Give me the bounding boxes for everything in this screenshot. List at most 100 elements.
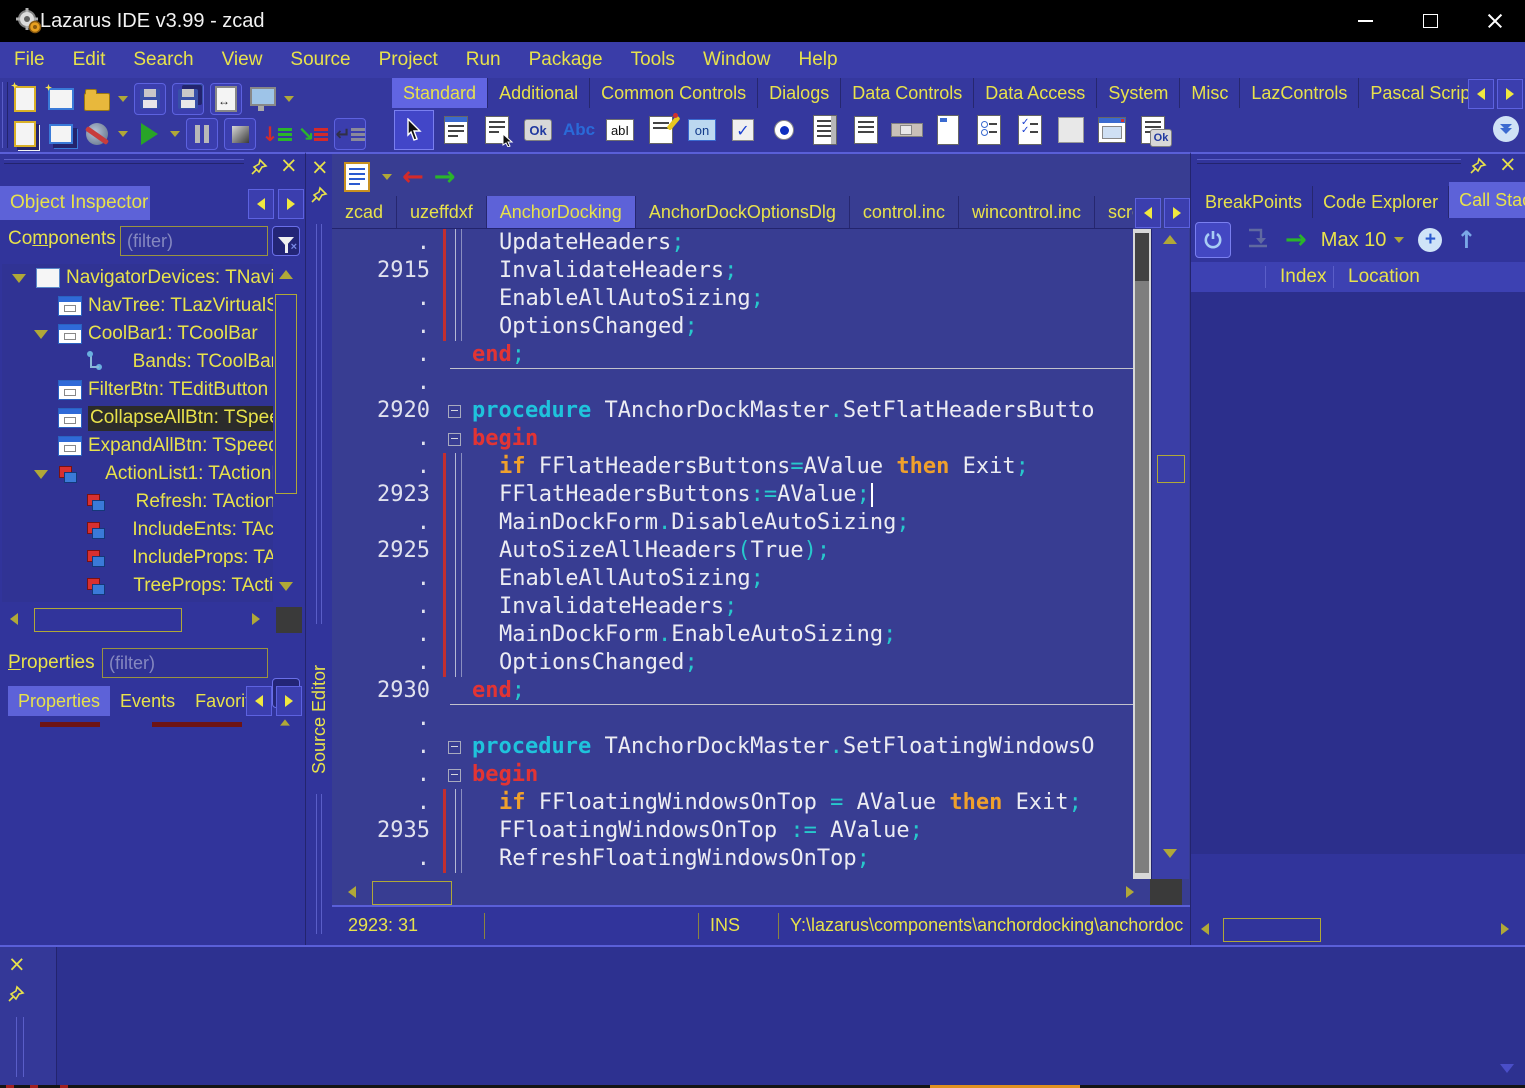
tree-item-coolbar1[interactable]: CoolBar1: TCoolBar xyxy=(2,320,273,348)
editor-dock-scroll-column[interactable] xyxy=(1151,229,1189,879)
editor-tab-scrollingwi[interactable]: scrollingwi xyxy=(1095,196,1133,228)
editor-tab-anchordockoptionsdlg[interactable]: AnchorDockOptionsDlg xyxy=(636,196,850,228)
components-tree-vertical-scrollbar[interactable] xyxy=(273,266,299,602)
object-inspector-tab[interactable]: Object Inspector xyxy=(0,186,150,220)
palette-icon-check-group[interactable]: ✓✓ xyxy=(1011,111,1049,149)
toolbar-step-out-button[interactable]: ↵ xyxy=(334,118,366,150)
code-line[interactable]: 2935FFloatingWindowsOnTop := AValue; xyxy=(332,817,1133,845)
scroll-left-icon[interactable] xyxy=(348,886,356,898)
palette-icon-scroll-bar[interactable] xyxy=(888,111,926,149)
scroll-right-icon[interactable] xyxy=(1501,923,1509,935)
column-location[interactable]: Location xyxy=(1333,266,1420,288)
scroll-left-icon[interactable] xyxy=(1201,923,1209,935)
menu-file[interactable]: File xyxy=(0,42,59,78)
code-area[interactable]: .UpdateHeaders;2915InvalidateHeaders;.En… xyxy=(332,229,1133,879)
editor-tabs-scroll-left-button[interactable] xyxy=(1135,198,1161,228)
run-dropdown-icon[interactable] xyxy=(170,131,180,137)
palette-icon-popup-menu[interactable] xyxy=(478,111,516,149)
code-line[interactable]: .begin xyxy=(332,761,1133,789)
scroll-down-icon[interactable] xyxy=(1163,849,1177,858)
oi-tabs-scroll-right-button[interactable] xyxy=(276,686,302,716)
palette-overflow-button[interactable] xyxy=(1493,116,1519,142)
scroll-left-icon[interactable] xyxy=(10,613,18,625)
components-filter-button[interactable]: × xyxy=(272,226,300,256)
unit-list-dropdown-icon[interactable] xyxy=(382,174,392,180)
menu-edit[interactable]: Edit xyxy=(59,42,120,78)
expand-arrow-icon[interactable] xyxy=(34,470,48,479)
pin-icon[interactable] xyxy=(7,985,25,1003)
close-panel-icon[interactable]: × xyxy=(1499,155,1517,173)
palette-icon-panel[interactable] xyxy=(1052,111,1090,149)
toolbar-run-button[interactable] xyxy=(134,119,164,149)
code-line[interactable]: .MainDockForm.EnableAutoSizing; xyxy=(332,621,1133,649)
toolbar-stop-button[interactable] xyxy=(224,118,256,150)
menu-view[interactable]: View xyxy=(208,42,277,78)
code-line[interactable]: .if FFlatHeadersButtons=AValue then Exit… xyxy=(332,453,1133,481)
menu-run[interactable]: Run xyxy=(452,42,515,78)
call-stack-horizontal-scrollbar[interactable] xyxy=(1195,916,1522,944)
tree-item-bands[interactable]: Bands: TCoolBands xyxy=(2,348,273,376)
palette-icon-radio-group[interactable] xyxy=(970,111,1008,149)
code-fold-icon[interactable] xyxy=(448,769,461,782)
code-line[interactable]: .RefreshFloatingWindowsOnTop; xyxy=(332,845,1133,873)
palette-tabs-scroll-left-button[interactable] xyxy=(1468,79,1494,109)
scrollbar-thumb[interactable] xyxy=(372,881,452,905)
scrollbar-thumb[interactable] xyxy=(1157,455,1185,483)
properties-filter-input[interactable]: (filter) xyxy=(102,648,268,678)
oi-tab-favorites[interactable]: Favorites xyxy=(185,686,246,716)
palette-icon-frame[interactable] xyxy=(1093,111,1131,149)
power-button[interactable] xyxy=(1195,222,1231,258)
palette-icon-checkbox[interactable]: ✓ xyxy=(724,111,762,149)
top-of-stack-icon[interactable]: ↑ xyxy=(1456,226,1476,254)
source-editor-splitter[interactable]: × Source Editor xyxy=(305,152,333,947)
panel-tab-call-stack[interactable]: Call Stack xyxy=(1449,182,1525,218)
scroll-down-icon[interactable] xyxy=(279,582,293,591)
editor-horizontal-scrollbar[interactable] xyxy=(344,879,1190,907)
toolbar-step-into-button[interactable]: ↘ xyxy=(298,119,328,149)
toolbar-pause-button[interactable] xyxy=(186,118,218,150)
oi-tab-properties[interactable]: Properties xyxy=(8,686,110,716)
scrollbar-thumb[interactable] xyxy=(275,294,297,494)
panel-tab-code-explorer[interactable]: Code Explorer xyxy=(1313,186,1449,218)
code-line[interactable]: . xyxy=(332,705,1133,733)
palette-tab-lazcontrols[interactable]: LazControls xyxy=(1240,78,1359,108)
tree-item-refresh[interactable]: Refresh: TAction xyxy=(2,488,273,516)
tree-item-filterbtn[interactable]: FilterBtn: TEditButton xyxy=(2,376,273,404)
scrollbar-thumb[interactable] xyxy=(1135,233,1149,873)
code-line[interactable]: .begin xyxy=(332,425,1133,453)
toolbar-grip[interactable] xyxy=(2,82,8,148)
scroll-up-icon[interactable] xyxy=(1163,235,1177,244)
close-button[interactable] xyxy=(1465,0,1525,42)
code-line[interactable]: 2930end; xyxy=(332,677,1133,705)
tree-item-includeents[interactable]: IncludeEnts: TAction xyxy=(2,516,273,544)
toolbar-open-button[interactable] xyxy=(82,84,112,114)
toolbar-save-button[interactable] xyxy=(134,83,166,115)
editor-tab-zcad[interactable]: zcad xyxy=(332,196,397,228)
oi-tab-events[interactable]: Events xyxy=(110,686,185,716)
palette-tab-misc[interactable]: Misc xyxy=(1180,78,1240,108)
oi-tabs-scroll-left-button[interactable] xyxy=(246,686,272,716)
panel-tab-breakpoints[interactable]: BreakPoints xyxy=(1195,186,1313,218)
menu-window[interactable]: Window xyxy=(689,42,785,78)
editor-vertical-scrollbar[interactable] xyxy=(1133,229,1151,879)
palette-icon-list-box[interactable] xyxy=(806,111,844,149)
scrollbar-thumb[interactable] xyxy=(1223,918,1321,942)
build-mode-dropdown-icon[interactable] xyxy=(118,131,128,137)
tree-item-includeprops[interactable]: IncludeProps: TActio xyxy=(2,544,273,572)
editor-tab-control-inc[interactable]: control.inc xyxy=(850,196,959,228)
dock-grip[interactable] xyxy=(1197,159,1461,164)
palette-icon-radio-button[interactable] xyxy=(765,111,803,149)
toolbar-windows-button[interactable] xyxy=(46,119,76,149)
tree-item-collapseallbtn[interactable]: CollapseAllBtn: TSpeedB xyxy=(2,404,273,432)
expand-arrow-icon[interactable] xyxy=(12,274,26,283)
code-fold-icon[interactable] xyxy=(448,405,461,418)
max-depth-dropdown[interactable]: Max 10 xyxy=(1321,229,1405,252)
components-tree-horizontal-scrollbar[interactable] xyxy=(0,606,305,634)
code-line[interactable]: 2915InvalidateHeaders; xyxy=(332,257,1133,285)
palette-icon-memo[interactable] xyxy=(642,111,680,149)
code-line[interactable]: .OptionsChanged; xyxy=(332,649,1133,677)
toolbar-step-over-button[interactable]: ↓ xyxy=(262,119,292,149)
code-line[interactable]: .OptionsChanged; xyxy=(332,313,1133,341)
pin-icon[interactable] xyxy=(310,186,328,204)
oi-back-button[interactable] xyxy=(248,189,274,219)
